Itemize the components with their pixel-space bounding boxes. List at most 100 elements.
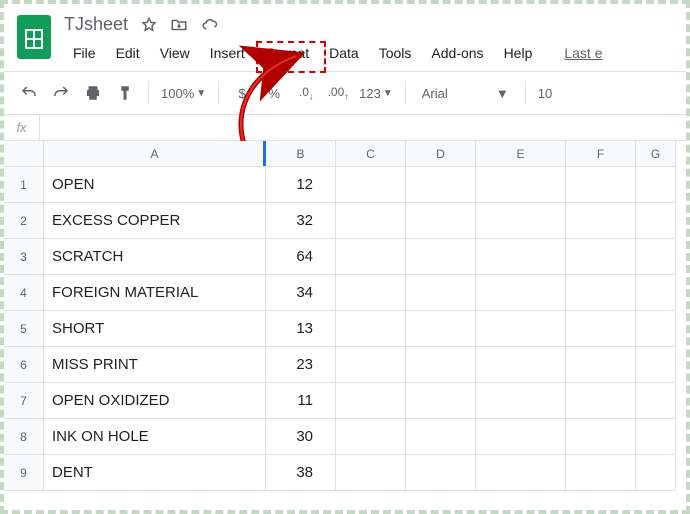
- cell[interactable]: [336, 239, 406, 275]
- cell[interactable]: DENT: [44, 455, 266, 491]
- cell[interactable]: [476, 167, 566, 203]
- cell[interactable]: [406, 167, 476, 203]
- row-header[interactable]: 5: [4, 311, 44, 347]
- cell[interactable]: [636, 455, 676, 491]
- cell[interactable]: [636, 275, 676, 311]
- menu-addons[interactable]: Add-ons: [422, 41, 492, 65]
- cell[interactable]: [406, 383, 476, 419]
- cell[interactable]: [636, 203, 676, 239]
- column-header-C[interactable]: C: [336, 141, 406, 167]
- cell[interactable]: [636, 347, 676, 383]
- cell[interactable]: [566, 203, 636, 239]
- cell[interactable]: 32: [266, 203, 336, 239]
- cell[interactable]: [566, 419, 636, 455]
- cell[interactable]: [636, 383, 676, 419]
- font-size-select[interactable]: 10: [538, 86, 552, 101]
- cell[interactable]: [406, 419, 476, 455]
- cell[interactable]: [336, 383, 406, 419]
- menu-data[interactable]: Data: [320, 41, 368, 65]
- cell[interactable]: [336, 419, 406, 455]
- menu-view[interactable]: View: [151, 41, 199, 65]
- cell[interactable]: [636, 239, 676, 275]
- cell[interactable]: [336, 203, 406, 239]
- row-header[interactable]: 1: [4, 167, 44, 203]
- cell[interactable]: [336, 311, 406, 347]
- cell[interactable]: OPEN: [44, 167, 266, 203]
- cell[interactable]: 30: [266, 419, 336, 455]
- cell[interactable]: INK ON HOLE: [44, 419, 266, 455]
- undo-button[interactable]: [18, 82, 40, 104]
- column-header-F[interactable]: F: [566, 141, 636, 167]
- cell[interactable]: 23: [266, 347, 336, 383]
- cell[interactable]: [476, 203, 566, 239]
- cell[interactable]: [406, 347, 476, 383]
- cell[interactable]: [636, 167, 676, 203]
- cell[interactable]: [566, 347, 636, 383]
- cell[interactable]: [476, 347, 566, 383]
- column-header-G[interactable]: G: [636, 141, 676, 167]
- menu-tools[interactable]: Tools: [370, 41, 421, 65]
- cell[interactable]: [476, 419, 566, 455]
- currency-button[interactable]: $: [231, 82, 253, 104]
- cell[interactable]: 12: [266, 167, 336, 203]
- row-header[interactable]: 7: [4, 383, 44, 419]
- cell[interactable]: [636, 311, 676, 347]
- cell[interactable]: [406, 311, 476, 347]
- cell[interactable]: 64: [266, 239, 336, 275]
- cell[interactable]: [406, 203, 476, 239]
- cell[interactable]: [336, 347, 406, 383]
- row-header[interactable]: 3: [4, 239, 44, 275]
- column-header-E[interactable]: E: [476, 141, 566, 167]
- column-header-D[interactable]: D: [406, 141, 476, 167]
- cell[interactable]: 11: [266, 383, 336, 419]
- increase-decimal-button[interactable]: .00↑: [327, 82, 349, 104]
- zoom-select[interactable]: 100% ▼: [161, 86, 206, 101]
- cell[interactable]: 38: [266, 455, 336, 491]
- font-family-select[interactable]: Arial ▼: [418, 84, 513, 103]
- cell[interactable]: [566, 455, 636, 491]
- column-header-B[interactable]: B: [266, 141, 336, 167]
- cell[interactable]: [476, 455, 566, 491]
- row-header[interactable]: 4: [4, 275, 44, 311]
- select-all-corner[interactable]: [4, 141, 44, 167]
- cell[interactable]: [406, 239, 476, 275]
- sheets-logo-icon[interactable]: [14, 12, 54, 62]
- cell[interactable]: [336, 455, 406, 491]
- menu-insert[interactable]: Insert: [201, 41, 254, 65]
- formula-input[interactable]: [40, 115, 686, 140]
- decrease-decimal-button[interactable]: .0↓: [295, 82, 317, 104]
- cell[interactable]: [476, 275, 566, 311]
- cell[interactable]: 13: [266, 311, 336, 347]
- cell[interactable]: MISS PRINT: [44, 347, 266, 383]
- document-title[interactable]: TJsheet: [64, 14, 128, 35]
- cell[interactable]: [566, 275, 636, 311]
- cell[interactable]: OPEN OXIDIZED: [44, 383, 266, 419]
- last-edit-link[interactable]: Last e: [555, 41, 611, 65]
- column-header-A[interactable]: A: [44, 141, 266, 167]
- cell[interactable]: FOREIGN MATERIAL: [44, 275, 266, 311]
- cell[interactable]: [406, 455, 476, 491]
- cell[interactable]: 34: [266, 275, 336, 311]
- cloud-status-icon[interactable]: [200, 16, 218, 34]
- redo-button[interactable]: [50, 82, 72, 104]
- cell[interactable]: [476, 311, 566, 347]
- cell[interactable]: EXCESS COPPER: [44, 203, 266, 239]
- star-icon[interactable]: [140, 16, 158, 34]
- move-to-folder-icon[interactable]: [170, 16, 188, 34]
- paint-format-button[interactable]: [114, 82, 136, 104]
- menu-edit[interactable]: Edit: [107, 41, 149, 65]
- cell[interactable]: SHORT: [44, 311, 266, 347]
- cell[interactable]: [636, 419, 676, 455]
- cell[interactable]: [476, 239, 566, 275]
- row-header[interactable]: 9: [4, 455, 44, 491]
- cell[interactable]: [566, 311, 636, 347]
- number-format-select[interactable]: 123 ▼: [359, 86, 393, 101]
- menu-format[interactable]: Format: [256, 41, 318, 65]
- menu-help[interactable]: Help: [495, 41, 542, 65]
- row-header[interactable]: 2: [4, 203, 44, 239]
- print-button[interactable]: [82, 82, 104, 104]
- row-header[interactable]: 6: [4, 347, 44, 383]
- cell[interactable]: SCRATCH: [44, 239, 266, 275]
- cell[interactable]: [566, 239, 636, 275]
- percent-button[interactable]: %: [263, 82, 285, 104]
